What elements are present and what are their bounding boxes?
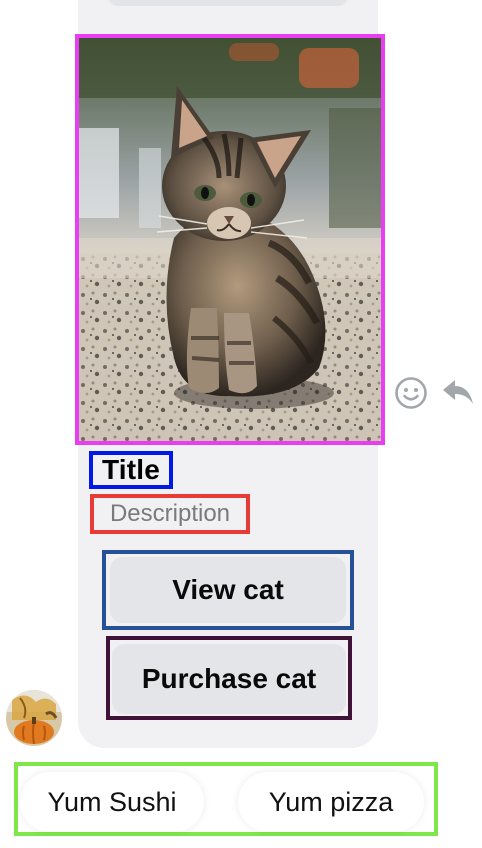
cat-image[interactable] [75, 34, 385, 445]
reply-arrow-icon[interactable] [441, 378, 475, 408]
avatar[interactable] [6, 690, 62, 746]
title-outline: Title [89, 451, 173, 489]
quick-reply-yum-sushi[interactable]: Yum Sushi [20, 772, 204, 832]
message-title: Title [101, 454, 161, 485]
previous-button-stub[interactable] [108, 0, 348, 6]
cat-photo-icon [79, 38, 381, 441]
quick-reply-yum-pizza[interactable]: Yum pizza [238, 772, 424, 832]
message-description: Description [109, 500, 231, 527]
view-cat-button[interactable]: View cat [110, 557, 346, 623]
purchase-cat-button[interactable]: Purchase cat [112, 644, 346, 714]
smiley-icon[interactable] [394, 376, 428, 410]
description-outline: Description [90, 494, 250, 534]
pumpkin-avatar-icon [6, 690, 62, 746]
